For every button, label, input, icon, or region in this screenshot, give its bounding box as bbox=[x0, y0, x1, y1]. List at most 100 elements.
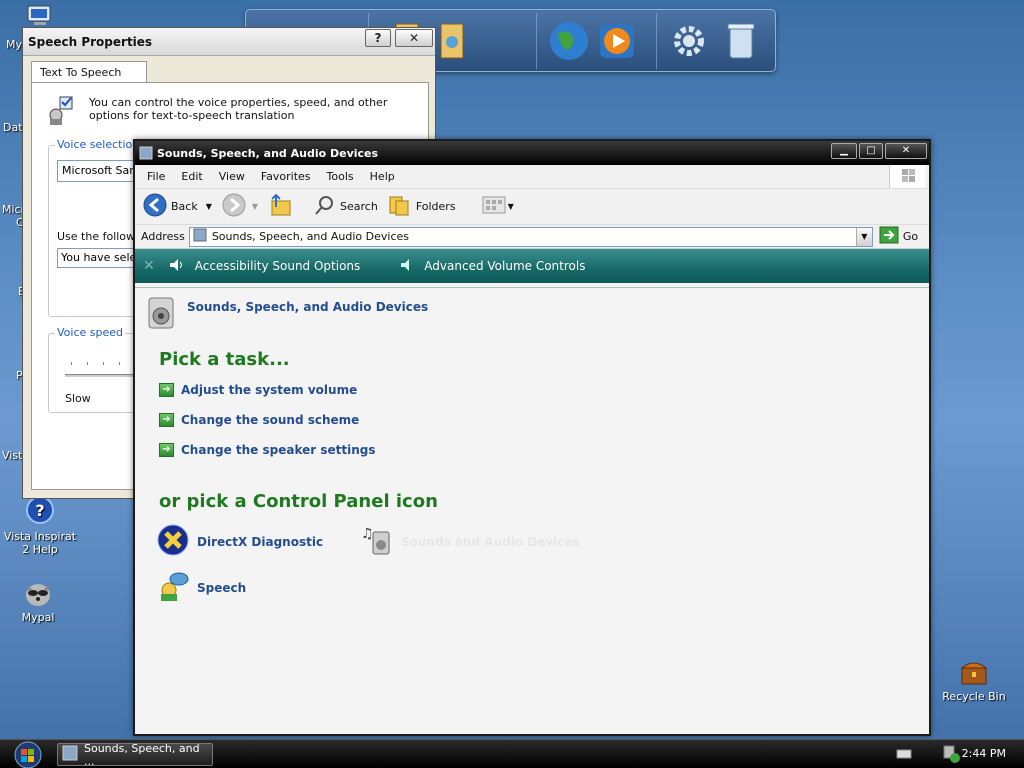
address-location-icon bbox=[193, 228, 207, 245]
speech-settings-icon bbox=[46, 95, 76, 127]
desktop-icon-label: Recycle Bin bbox=[942, 690, 1006, 703]
back-arrow-icon bbox=[143, 193, 167, 220]
media-player-icon[interactable] bbox=[594, 18, 640, 64]
menu-tools[interactable]: Tools bbox=[319, 170, 362, 183]
menu-bar: File Edit View Favorites Tools Help bbox=[135, 165, 929, 189]
window-app-icon bbox=[62, 745, 78, 764]
address-value: Sounds, Speech, and Audio Devices bbox=[211, 230, 409, 243]
folders-icon bbox=[388, 193, 412, 220]
desktop-icon-mypal[interactable]: Mypal bbox=[0, 577, 78, 624]
sounds-audio-devices-label: Sounds and Audio Devices bbox=[401, 534, 580, 549]
speech-icon bbox=[157, 570, 189, 605]
speech-window-titlebar[interactable]: Speech Properties ? ✕ bbox=[23, 28, 435, 56]
folders-label: Folders bbox=[415, 200, 456, 213]
back-dropdown-icon[interactable]: ▼ bbox=[206, 202, 212, 211]
svg-text:?: ? bbox=[35, 501, 44, 520]
speech-label: Speech bbox=[197, 580, 247, 595]
close-button[interactable]: ✕ bbox=[395, 29, 433, 47]
sounds-audio-devices-item[interactable]: ♫ Sounds and Audio Devices bbox=[361, 524, 580, 559]
task-change-sound-scheme[interactable]: ➔ Change the sound scheme bbox=[159, 413, 359, 427]
voice-speed-label: Voice speed bbox=[55, 326, 125, 339]
task-arrow-icon: ➔ bbox=[159, 383, 174, 397]
sound-window-titlebar[interactable]: Sounds, Speech, and Audio Devices ▁ □ ✕ bbox=[135, 141, 929, 165]
close-button[interactable]: ✕ bbox=[885, 143, 927, 159]
search-label: Search bbox=[340, 200, 378, 213]
menu-favorites[interactable]: Favorites bbox=[253, 170, 319, 183]
forward-button[interactable]: ▼ bbox=[222, 193, 258, 220]
speech-intro-text: You can control the voice properties, sp… bbox=[89, 96, 388, 122]
task-change-speaker-settings[interactable]: ➔ Change the speaker settings bbox=[159, 443, 376, 457]
folders-button[interactable]: Folders bbox=[388, 193, 456, 220]
content-pane: Sounds, Speech, and Audio Devices Pick a… bbox=[135, 287, 929, 734]
task-arrow-icon: ➔ bbox=[159, 443, 174, 457]
speaker-icon bbox=[400, 258, 414, 275]
up-folder-button[interactable] bbox=[268, 193, 292, 220]
voice-selection-label: Voice selection bbox=[55, 138, 142, 151]
window-app-icon bbox=[139, 146, 153, 160]
menu-edit[interactable]: Edit bbox=[173, 170, 210, 183]
trash-icon[interactable] bbox=[718, 18, 764, 64]
task-label: Adjust the system volume bbox=[181, 383, 358, 397]
help-icon: ? bbox=[24, 496, 56, 528]
desktop-icon-vista-help[interactable]: ? Vista Inspirat 2 Help bbox=[0, 496, 80, 556]
desktop-label-dat: Dat bbox=[3, 121, 23, 134]
dock-separator bbox=[656, 13, 657, 69]
start-button[interactable] bbox=[6, 741, 46, 768]
directx-diagnostic-item[interactable]: DirectX Diagnostic bbox=[157, 524, 323, 559]
desktop-icon-recycle-bin[interactable]: Recycle Bin bbox=[934, 656, 1014, 703]
forward-arrow-icon bbox=[222, 193, 246, 220]
use-following-label: Use the followin bbox=[57, 230, 146, 243]
pick-icon-heading: or pick a Control Panel icon bbox=[159, 491, 438, 512]
address-bar: Address Sounds, Speech, and Audio Device… bbox=[135, 225, 929, 249]
go-label: Go bbox=[902, 230, 919, 243]
address-field[interactable]: Sounds, Speech, and Audio Devices ▼ bbox=[188, 226, 873, 247]
clock[interactable]: 2:44 PM bbox=[962, 747, 1006, 760]
task-arrow-icon: ➔ bbox=[159, 413, 174, 427]
address-dropdown-icon[interactable]: ▼ bbox=[855, 227, 872, 246]
window-title: Sounds, Speech, and Audio Devices bbox=[157, 146, 379, 160]
windows-logo-icon bbox=[889, 165, 925, 188]
desktop-label-my: My bbox=[6, 38, 23, 51]
pick-task-heading: Pick a task... bbox=[159, 349, 290, 370]
taskbar: Sounds, Speech, and ... 2:44 PM bbox=[0, 739, 1024, 768]
help-button[interactable]: ? bbox=[365, 29, 391, 47]
window-title: Speech Properties bbox=[28, 34, 153, 49]
minimize-button[interactable]: ▁ bbox=[831, 143, 857, 159]
raccoon-icon bbox=[22, 577, 54, 609]
go-button[interactable]: Go bbox=[879, 226, 918, 247]
music-folder-icon[interactable] bbox=[431, 18, 477, 64]
collapse-x-icon[interactable]: ✕ bbox=[143, 258, 155, 274]
go-arrow-icon bbox=[879, 226, 899, 247]
keyboard-icon[interactable] bbox=[896, 748, 912, 763]
svg-text:♫: ♫ bbox=[361, 526, 374, 542]
menu-view[interactable]: View bbox=[211, 170, 253, 183]
globe-icon[interactable] bbox=[546, 18, 592, 64]
dock-separator bbox=[536, 13, 537, 69]
speaker-category-icon bbox=[145, 296, 179, 330]
directx-icon bbox=[157, 524, 189, 559]
back-button[interactable]: Back ▼ bbox=[143, 193, 212, 220]
advanced-volume-controls-link[interactable]: Advanced Volume Controls bbox=[424, 259, 585, 273]
slow-label: Slow bbox=[65, 392, 91, 405]
desktop-icon-label: Mypal bbox=[21, 611, 55, 624]
search-button[interactable]: Search bbox=[314, 194, 378, 219]
views-button[interactable]: ▼ bbox=[482, 194, 514, 219]
accessibility-sound-options-link[interactable]: Accessibility Sound Options bbox=[195, 259, 361, 273]
network-icon[interactable] bbox=[942, 744, 960, 767]
tab-text-to-speech[interactable]: Text To Speech bbox=[31, 61, 147, 83]
maximize-button[interactable]: □ bbox=[859, 143, 883, 159]
search-icon bbox=[314, 194, 336, 219]
speech-item[interactable]: Speech bbox=[157, 570, 246, 605]
task-label: Change the speaker settings bbox=[181, 443, 376, 457]
forward-dropdown-icon[interactable]: ▼ bbox=[252, 202, 258, 211]
menu-help[interactable]: Help bbox=[362, 170, 403, 183]
address-label: Address bbox=[141, 230, 185, 243]
views-dropdown-icon[interactable]: ▼ bbox=[508, 202, 514, 211]
gear-icon[interactable] bbox=[666, 18, 712, 64]
taskbar-window-label: Sounds, Speech, and ... bbox=[84, 741, 200, 768]
my-computer-icon[interactable] bbox=[26, 4, 54, 28]
menu-file[interactable]: File bbox=[139, 170, 173, 183]
task-adjust-volume[interactable]: ➔ Adjust the system volume bbox=[159, 383, 357, 397]
task-label: Change the sound scheme bbox=[181, 413, 360, 427]
taskbar-window-button[interactable]: Sounds, Speech, and ... bbox=[57, 741, 213, 768]
